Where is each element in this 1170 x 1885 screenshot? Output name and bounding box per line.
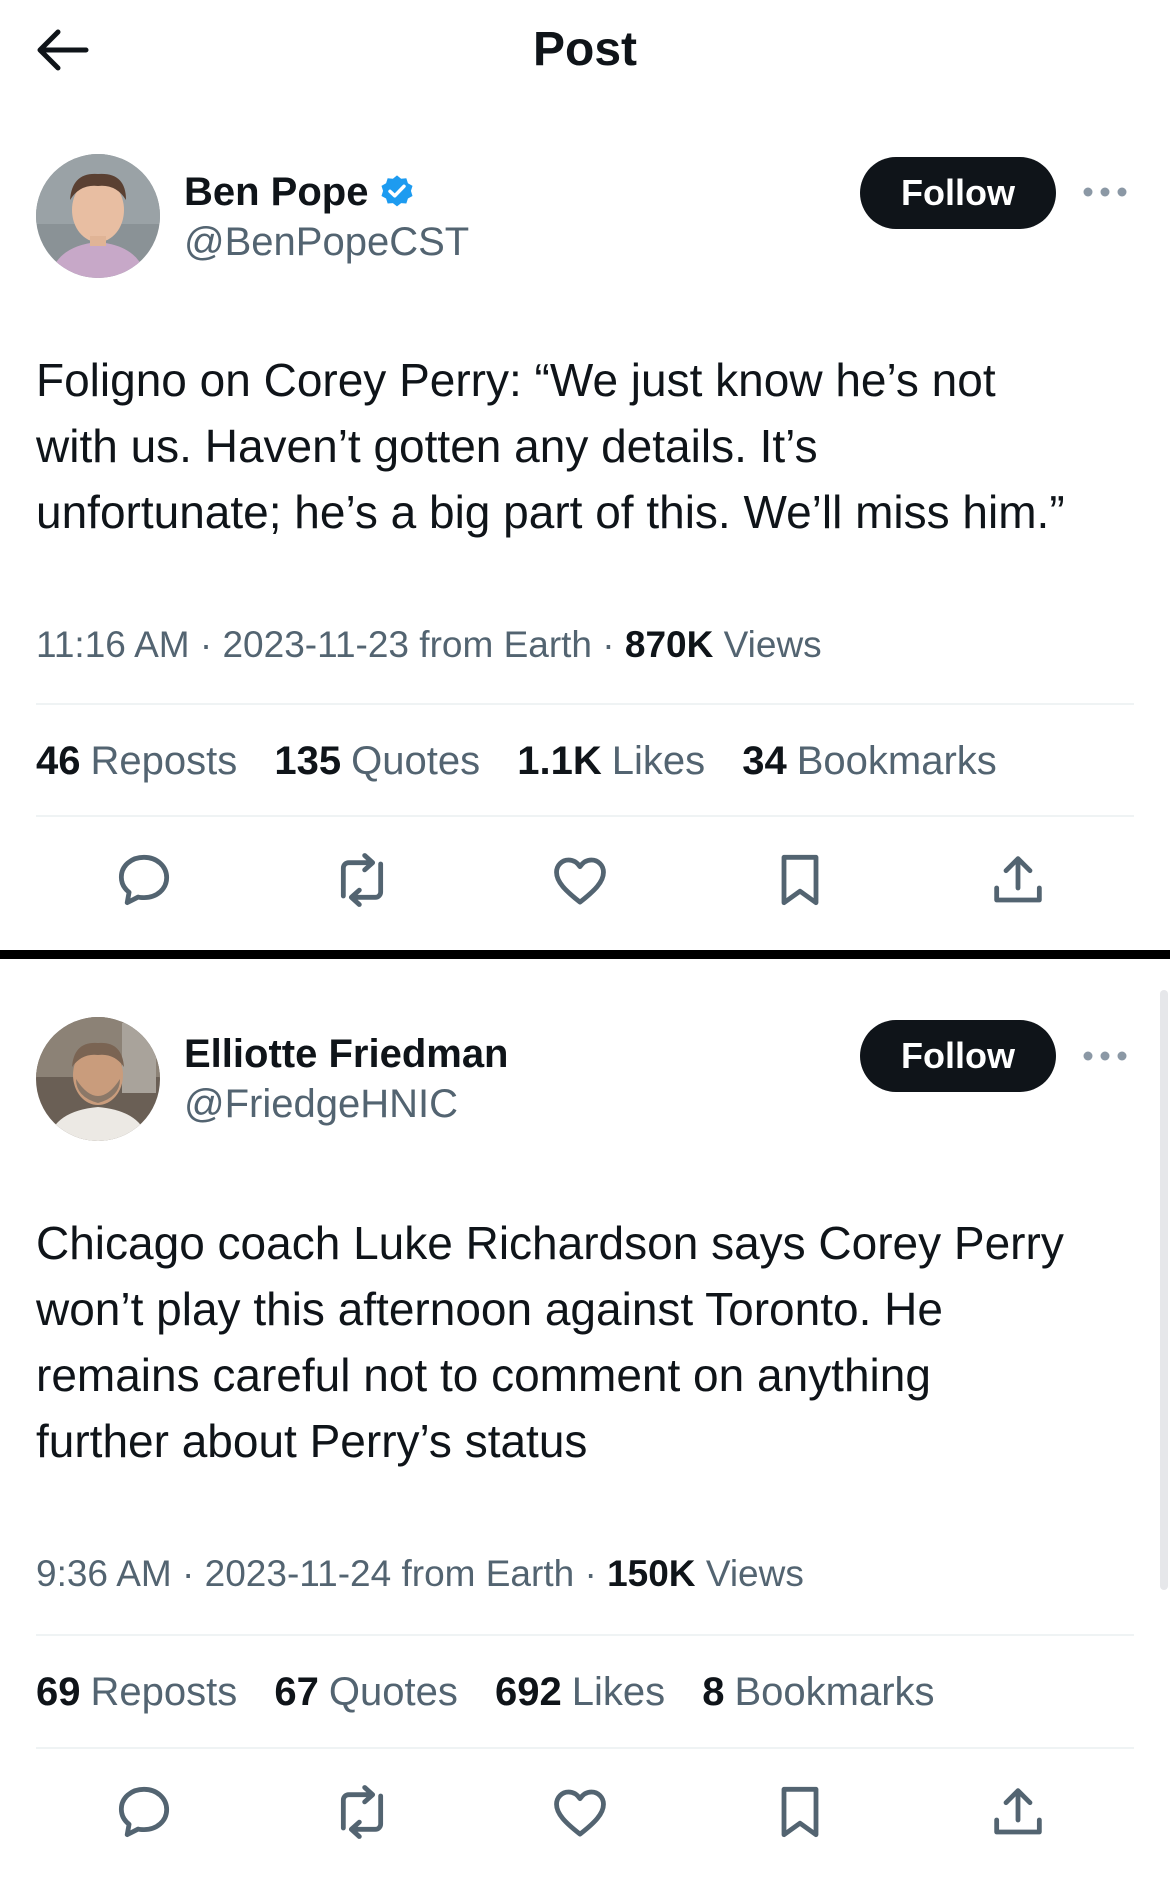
divider [36, 1747, 1134, 1749]
post-source: from Earth [401, 1553, 575, 1594]
post-date: 2023-11-23 [222, 624, 410, 665]
avatar[interactable] [36, 1017, 160, 1141]
scrollbar[interactable] [1160, 990, 1168, 1590]
views-count[interactable]: 870K [625, 624, 713, 665]
author-name-row: Ben Pope [184, 166, 416, 218]
post-meta: 11:16 AM · 2023-11-23 from Earth · 870K … [36, 621, 822, 669]
engagement-stats: 46 Reposts 135 Quotes 1.1K Likes 34 Bookmark… [36, 735, 1023, 787]
views-count[interactable]: 150K [607, 1553, 695, 1594]
author-name-row: Elliotte Friedman [184, 1028, 509, 1080]
post-time: 11:16 AM [36, 624, 190, 665]
post-1: Post Ben Pope @BenPopeCST Follow Foligno… [0, 0, 1170, 945]
stat-bookmarks[interactable]: 34 Bookmarks [742, 739, 997, 783]
views-label[interactable]: Views [706, 1553, 804, 1594]
bookmark-icon[interactable] [768, 1780, 832, 1844]
stat-likes[interactable]: 1.1K Likes [517, 739, 705, 783]
more-horizontal-icon[interactable] [1082, 1049, 1128, 1061]
page-title: Post [532, 23, 637, 76]
stat-quotes[interactable]: 135 Quotes [274, 739, 480, 783]
divider [36, 703, 1134, 705]
bookmark-icon[interactable] [768, 848, 832, 912]
author-name[interactable]: Ben Pope [184, 166, 368, 218]
post-source: from Earth [419, 624, 593, 665]
post-2: Elliotte Friedman @FriedgeHNIC Follow Ch… [0, 964, 1170, 1885]
views-label[interactable]: Views [724, 624, 822, 665]
divider [36, 1634, 1134, 1636]
repost-icon[interactable] [330, 1780, 394, 1844]
post-time: 9:36 AM [36, 1553, 172, 1594]
like-icon[interactable] [548, 1780, 612, 1844]
follow-button[interactable]: Follow [860, 1020, 1056, 1092]
author-handle[interactable]: @FriedgeHNIC [184, 1078, 458, 1130]
engagement-stats: 69 Reposts 67 Quotes 692 Likes 8 Bookmarks [36, 1666, 961, 1718]
post-text: Foligno on Corey Perry: “We just know he… [36, 354, 1065, 538]
reply-icon[interactable] [112, 848, 176, 912]
meta-separator: · [182, 1553, 205, 1594]
stat-reposts[interactable]: 69 Reposts [36, 1670, 237, 1714]
stat-likes[interactable]: 692 Likes [495, 1670, 665, 1714]
like-icon[interactable] [548, 848, 612, 912]
share-icon[interactable] [986, 1780, 1050, 1844]
post-date: 2023-11-24 [204, 1553, 392, 1594]
share-icon[interactable] [986, 848, 1050, 912]
follow-button[interactable]: Follow [860, 157, 1056, 229]
verified-badge-icon [381, 175, 414, 207]
author-handle[interactable]: @BenPopeCST [184, 216, 469, 268]
avatar[interactable] [36, 154, 160, 278]
repost-icon[interactable] [330, 848, 394, 912]
screenshot-separator [0, 950, 1170, 959]
post-meta: 9:36 AM · 2023-11-24 from Earth · 150K V… [36, 1550, 804, 1598]
meta-separator: · [584, 1553, 608, 1594]
stat-quotes[interactable]: 67 Quotes [274, 1670, 457, 1714]
more-horizontal-icon[interactable] [1082, 185, 1128, 197]
meta-separator: · [199, 624, 223, 665]
stat-reposts[interactable]: 46 Reposts [36, 739, 237, 783]
stat-bookmarks[interactable]: 8 Bookmarks [702, 1670, 934, 1714]
divider [36, 815, 1134, 817]
meta-separator: · [602, 624, 625, 665]
reply-icon[interactable] [112, 1780, 176, 1844]
author-name[interactable]: Elliotte Friedman [184, 1028, 509, 1080]
post-text: Chicago coach Luke Richardson says Corey… [36, 1217, 1064, 1467]
top-bar: Post [0, 0, 1170, 100]
